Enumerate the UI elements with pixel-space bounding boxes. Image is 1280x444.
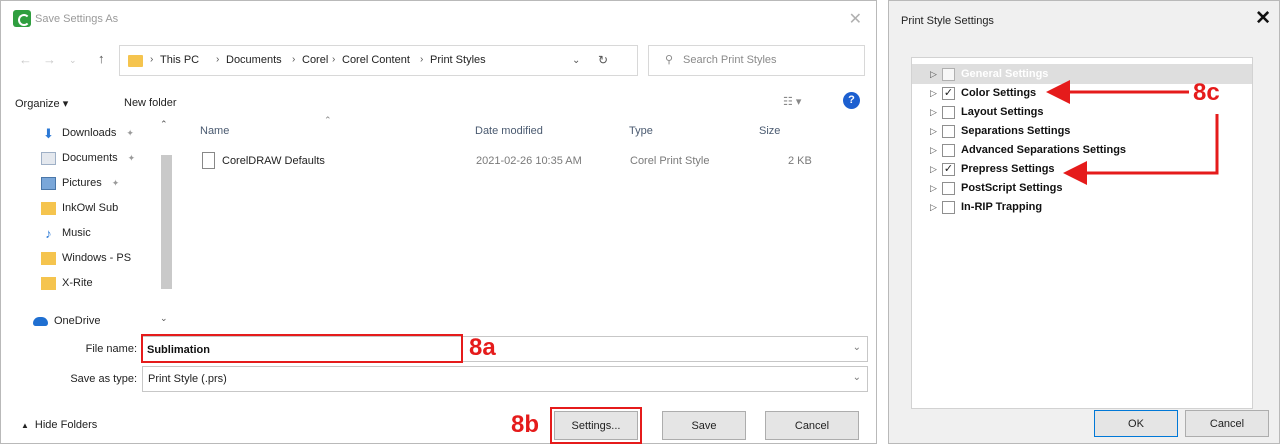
new-folder-button[interactable]: New folder xyxy=(124,97,177,109)
folder-icon xyxy=(128,55,143,67)
search-input[interactable]: ⚲ Search Print Styles xyxy=(648,45,865,76)
sort-ascending-icon: ⌃ xyxy=(324,115,332,125)
breadcrumb-corel-content[interactable]: Corel Content xyxy=(342,54,410,66)
pictures-icon xyxy=(41,176,56,190)
up-arrow-icon[interactable]: ↑ xyxy=(98,51,105,66)
close-icon[interactable]: ✕ xyxy=(849,9,862,29)
nav-item-music[interactable]: ♪ Music xyxy=(41,223,90,243)
file-type: Corel Print Style xyxy=(630,155,710,167)
chevron-up-icon: ▲ xyxy=(21,421,29,430)
help-icon[interactable]: ? xyxy=(843,92,860,109)
breadcrumb-this-pc[interactable]: This PC xyxy=(160,54,199,66)
search-icon: ⚲ xyxy=(665,54,674,66)
nav-item-onedrive[interactable]: OneDrive xyxy=(33,311,100,331)
nav-scrollbar-thumb[interactable] xyxy=(161,155,172,289)
documents-icon xyxy=(41,151,56,165)
cancel-button[interactable]: Cancel xyxy=(1185,410,1269,437)
highlight-box-8b xyxy=(550,407,642,444)
file-date: 2021-02-26 10:35 AM xyxy=(476,155,582,167)
file-row[interactable]: CorelDRAW Defaults 2021-02-26 10:35 AM C… xyxy=(194,149,874,173)
highlight-box-8a xyxy=(141,334,463,363)
scroll-up-icon[interactable]: ⌃ xyxy=(160,119,168,130)
chevron-down-icon[interactable]: ⌄ xyxy=(853,342,861,353)
nav-item-pictures[interactable]: Pictures ✦ xyxy=(41,173,119,193)
save-button[interactable]: Save xyxy=(662,411,746,440)
breadcrumb-documents[interactable]: Documents xyxy=(226,54,282,66)
column-size[interactable]: Size xyxy=(759,125,780,137)
file-size: 2 KB xyxy=(788,155,812,167)
nav-item-x-rite[interactable]: X-Rite xyxy=(41,273,93,293)
nav-item-inkowl-sub[interactable]: InkOwl Sub xyxy=(41,198,118,218)
hide-folders-button[interactable]: ▲ Hide Folders xyxy=(21,419,97,431)
column-date-modified[interactable]: Date modified xyxy=(475,125,543,137)
nav-item-downloads[interactable]: ⬇ Downloads ✦ xyxy=(41,123,134,143)
expand-arrow-icon[interactable]: ▷ xyxy=(930,202,940,213)
folder-icon xyxy=(41,201,56,215)
callout-8a: 8a xyxy=(469,334,496,361)
recent-locations-caret-icon[interactable]: ⌄ xyxy=(69,55,77,66)
organize-button[interactable]: Organize ▾ xyxy=(15,97,68,110)
annotation-arrows xyxy=(1046,80,1219,185)
column-type[interactable]: Type xyxy=(629,125,653,137)
breadcrumb-corel[interactable]: Corel xyxy=(302,54,328,66)
music-icon: ♪ xyxy=(45,225,52,241)
chevron-down-icon: ⌄ xyxy=(852,372,861,383)
callout-8b: 8b xyxy=(511,411,540,438)
ok-button[interactable]: OK xyxy=(1094,410,1178,437)
scroll-down-icon[interactable]: ⌄ xyxy=(160,313,168,324)
breadcrumb-print-styles[interactable]: Print Styles xyxy=(430,54,486,66)
pin-icon: ✦ xyxy=(111,177,120,188)
column-name[interactable]: Name xyxy=(200,125,229,137)
save-type-select[interactable]: Print Style (.prs) ⌄ xyxy=(142,366,868,392)
refresh-icon[interactable]: ↻ xyxy=(598,53,608,67)
folder-icon xyxy=(41,251,56,265)
folder-icon xyxy=(41,276,56,290)
address-dropdown-icon[interactable]: ⌄ xyxy=(572,55,580,66)
file-name: CorelDRAW Defaults xyxy=(222,155,325,167)
file-name-label: File name: xyxy=(85,343,137,355)
checkbox[interactable] xyxy=(942,200,955,214)
back-arrow-icon[interactable]: ← xyxy=(19,52,32,67)
nav-item-documents[interactable]: Documents ✦ xyxy=(41,148,135,168)
callout-8c: 8c xyxy=(1193,79,1220,106)
arrow-to-prepress-settings xyxy=(1063,114,1219,185)
nav-item-windows-ps[interactable]: Windows - PS xyxy=(41,248,131,268)
forward-arrow-icon[interactable]: → xyxy=(43,52,56,67)
save-settings-dialog: Save Settings As ✕ ← → ⌄ ↑ › This PC › D… xyxy=(0,0,877,444)
pin-icon: ✦ xyxy=(127,152,136,163)
cancel-button[interactable]: Cancel xyxy=(765,411,859,440)
pin-icon: ✦ xyxy=(126,127,134,138)
download-icon: ⬇ xyxy=(43,125,54,141)
file-icon xyxy=(202,152,215,169)
address-bar[interactable]: › This PC › Documents › Corel › Corel Co… xyxy=(119,45,638,76)
print-style-settings-dialog: Print Style Settings ✕ ▷ General Setting… xyxy=(888,0,1280,444)
coreldraw-app-icon xyxy=(13,10,31,27)
dialog-title: Save Settings As xyxy=(35,13,119,25)
onedrive-icon xyxy=(33,316,48,326)
view-options-icon[interactable]: ☷ ▾ xyxy=(783,95,801,108)
save-type-label: Save as type: xyxy=(70,373,137,385)
